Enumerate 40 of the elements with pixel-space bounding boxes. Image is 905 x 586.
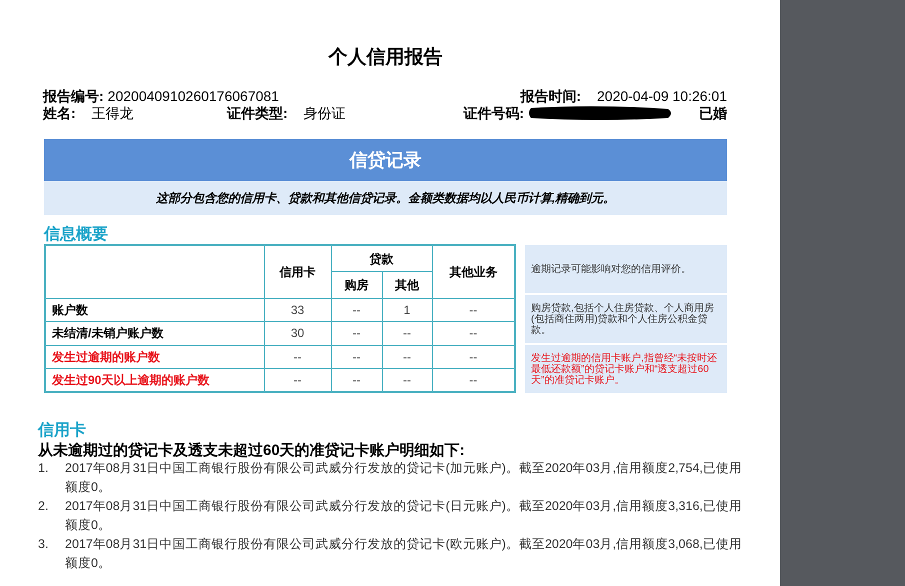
list-number: 1. [38,460,50,477]
list-number: 3. [38,536,50,553]
section-heading: 信息概要 [44,224,109,243]
section-intro: 从未逾期过的贷记卡及透支未超过60天的准贷记卡账户明细如下: [38,441,466,459]
field-label: 报告编号: [43,88,104,105]
report-title: 个人信用报告 [327,46,444,70]
note-panel: 发生过逾期的信用卡账户,指曾经“未按时还最低还款额”的贷记卡账户和“透支超过60天”的准贷记卡账户。 [525,345,727,393]
section-heading: 信用卡 [38,420,87,440]
list-item: 2017年08月31日中国工商银行股份有限公司武威分行发放的贷记卡(日元账户)。截至2020年03月,信用额度3,316,已使用额度0。 [64,498,743,534]
table-cell: 1 [382,298,432,322]
field-label: 姓名: [43,105,76,122]
list-number: 2. [38,498,50,515]
row-label: 账户数 [45,298,264,322]
note-panel: 逾期记录可能影响对您的信用评价。 [525,245,727,293]
section-header: 信贷记录 [44,139,727,181]
table-cell: -- [382,322,432,346]
table-cell: -- [264,345,331,369]
table-cell: -- [331,322,382,346]
field-value: 2020040910260176067081 [108,88,279,105]
column-header: 信用卡 [264,245,331,298]
note-panel: 购房贷款,包括个人住房贷款、个人商用房(包括商住两用)贷款和个人住房公积金贷款。 [525,295,727,343]
field-label: 报告时间: [520,88,581,105]
table-cell: -- [331,345,382,369]
table-cell: 30 [264,322,331,346]
field-value: 王得龙 [92,105,134,122]
field-label: 证件类型: [227,105,288,122]
field-value: 2020-04-09 10:26:01 [597,88,727,105]
column-header: 贷款 [331,245,432,272]
table-cell: -- [382,345,432,369]
field-label: 证件号码: [463,105,524,122]
table-cell: -- [331,298,382,322]
field-value: 已婚 [699,105,727,122]
table-cell: 33 [264,298,331,322]
field-value: 身份证 [304,105,346,122]
section-subtitle: 这部分包含您的信用卡、贷款和其他信贷记录。金额类数据均以人民币计算,精确到元。 [44,181,727,215]
row-label: 未结清/未销户账户数 [45,322,264,346]
list-item: 2017年08月31日中国工商银行股份有限公司武威分行发放的贷记卡(欧元账户)。截至2020年03月,信用额度3,068,已使用额度0。 [64,536,743,572]
row-label: 发生过逾期的账户数 [45,345,264,369]
column-header: 购房 [331,272,382,298]
list-item: 2017年08月31日中国工商银行股份有限公司武威分行发放的贷记卡(加元账户)。截至2020年03月,信用额度2,754,已使用额度0。 [64,460,743,496]
